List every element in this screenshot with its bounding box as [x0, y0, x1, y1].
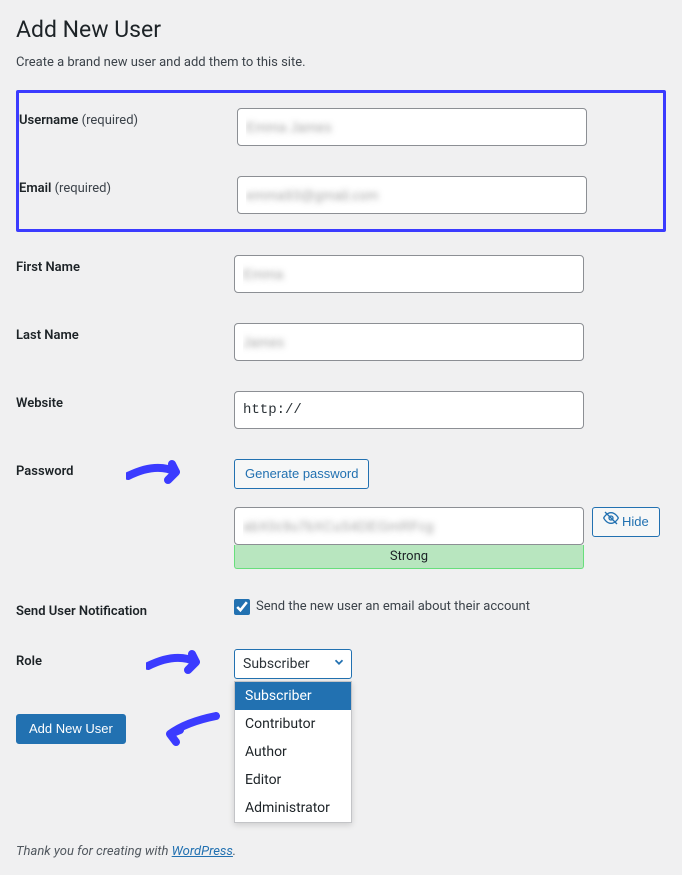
email-input[interactable]	[237, 176, 587, 214]
hide-password-button[interactable]: Hide	[592, 507, 660, 537]
username-input[interactable]	[237, 108, 587, 146]
role-label: Role	[16, 649, 234, 669]
footer-credit: Thank you for creating with WordPress.	[16, 844, 666, 859]
role-option-administrator[interactable]: Administrator	[235, 794, 351, 822]
last-name-input[interactable]	[234, 323, 584, 361]
first-name-label: First Name	[16, 255, 234, 275]
notification-checkbox-label[interactable]: Send the new user an email about their a…	[234, 599, 666, 615]
arrow-annotation-icon	[126, 456, 196, 492]
password-input[interactable]	[234, 507, 584, 545]
wordpress-link[interactable]: WordPress	[172, 844, 233, 859]
last-name-label: Last Name	[16, 323, 234, 343]
page-subtitle: Create a brand new user and add them to …	[16, 55, 666, 70]
role-select[interactable]: Subscriber	[234, 649, 352, 679]
role-option-subscriber[interactable]: Subscriber	[235, 682, 351, 710]
role-option-contributor[interactable]: Contributor	[235, 710, 351, 738]
website-input[interactable]	[234, 391, 584, 429]
email-label: Email (required)	[19, 176, 237, 196]
add-new-user-button[interactable]: Add New User	[16, 714, 126, 744]
arrow-annotation-icon	[156, 712, 226, 756]
role-option-author[interactable]: Author	[235, 738, 351, 766]
password-label: Password	[16, 459, 234, 479]
arrow-annotation-icon	[146, 646, 216, 682]
password-strength-meter: Strong	[234, 545, 584, 569]
eye-slash-icon	[603, 508, 619, 536]
required-fields-highlight: Username (required) Email (required)	[16, 90, 666, 232]
notification-checkbox[interactable]	[234, 599, 250, 615]
website-label: Website	[16, 391, 234, 411]
username-label: Username (required)	[19, 108, 237, 128]
page-title: Add New User	[16, 16, 666, 43]
first-name-input[interactable]	[234, 255, 584, 293]
notification-label: Send User Notification	[16, 599, 234, 619]
role-option-editor[interactable]: Editor	[235, 766, 351, 794]
generate-password-button[interactable]: Generate password	[234, 459, 369, 489]
role-dropdown: Subscriber Contributor Author Editor Adm…	[234, 681, 352, 823]
notification-text: Send the new user an email about their a…	[256, 599, 530, 614]
